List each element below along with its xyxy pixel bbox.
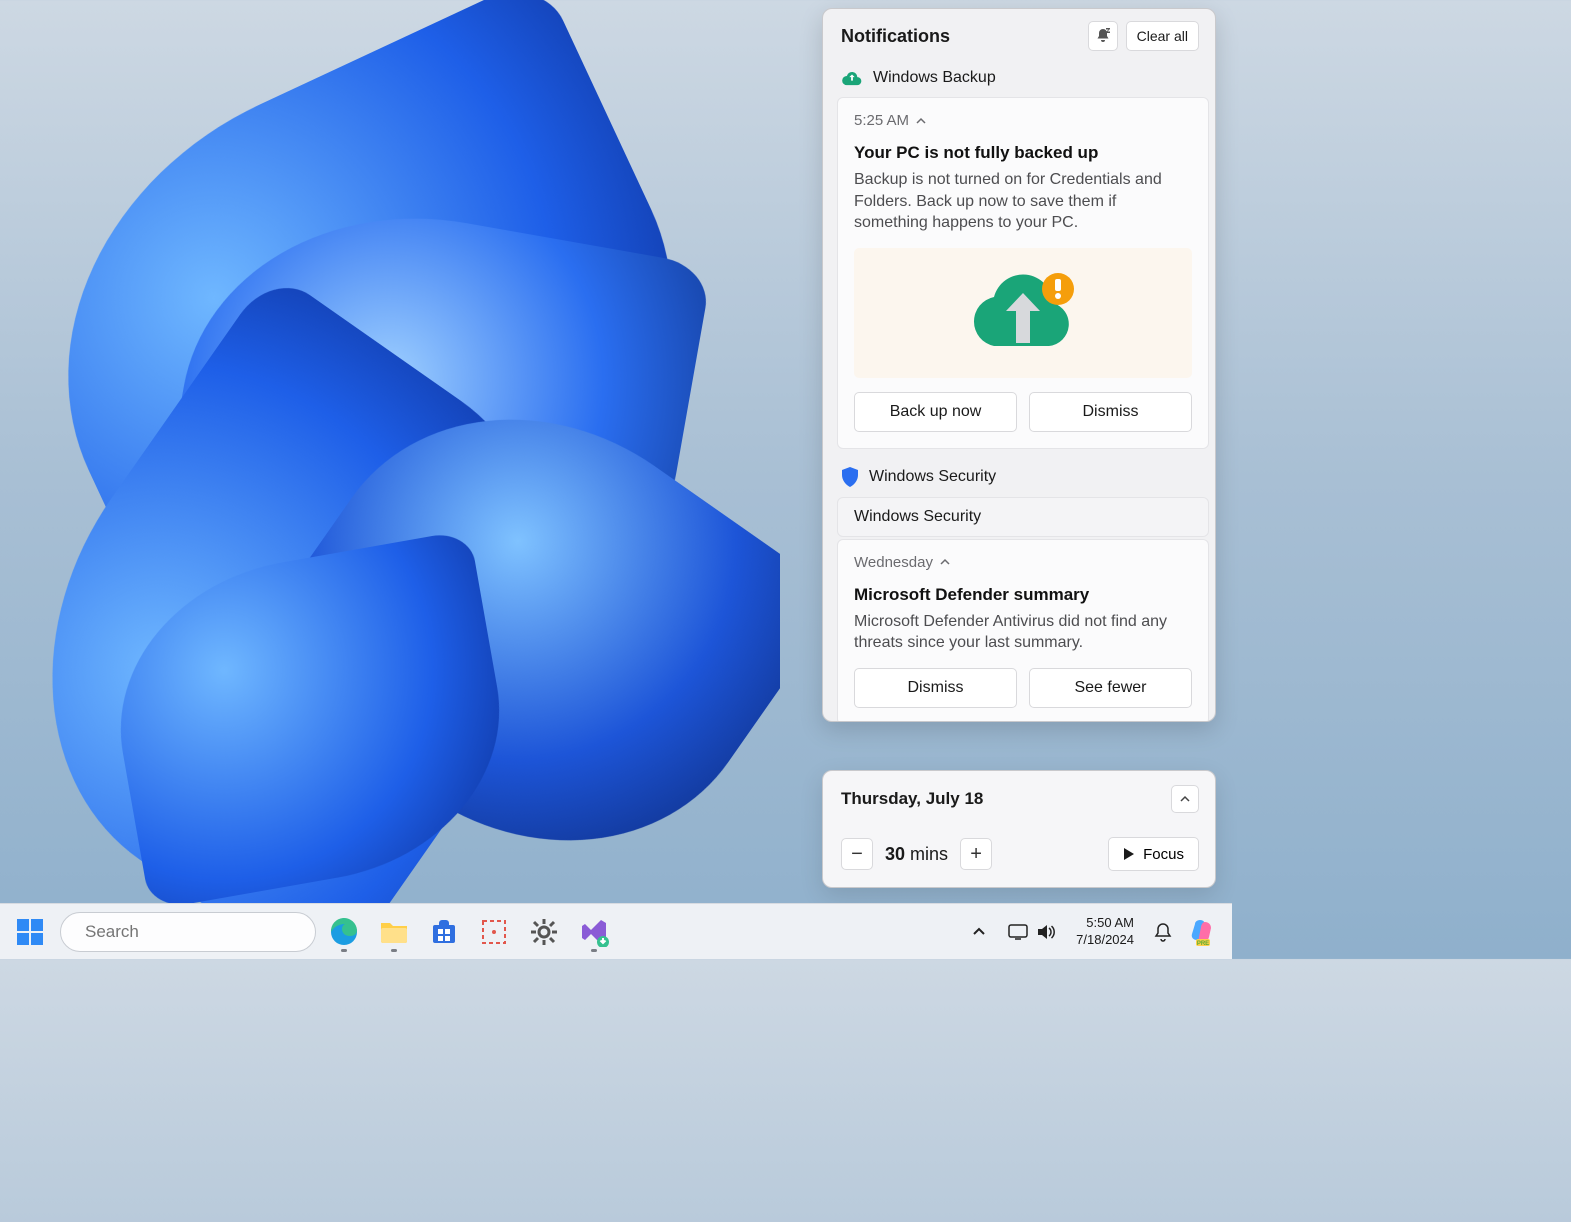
- edge-icon: [329, 917, 359, 947]
- folder-icon: [379, 919, 409, 945]
- start-button[interactable]: [6, 910, 54, 954]
- notification-title: Your PC is not fully backed up: [854, 143, 1192, 163]
- clock-date: 7/18/2024: [1076, 932, 1134, 948]
- taskbar-app-snipping-tool[interactable]: [472, 910, 516, 954]
- notification-app-name: Windows Backup: [873, 69, 996, 87]
- taskbar-search[interactable]: [60, 912, 316, 952]
- calendar-date[interactable]: Thursday, July 18: [841, 789, 1171, 809]
- notification-timestamp: 5:25 AM: [854, 112, 909, 129]
- shield-icon: [841, 467, 859, 487]
- svg-text:PRE: PRE: [1197, 941, 1209, 946]
- taskbar-clock[interactable]: 5:50 AM 7/18/2024: [1070, 915, 1140, 948]
- network-icon: [1008, 923, 1028, 941]
- notification-hero-image: [854, 248, 1192, 378]
- taskbar-app-microsoft-store[interactable]: [422, 910, 466, 954]
- taskbar-app-edge[interactable]: [322, 910, 366, 954]
- windows-logo-icon: [15, 917, 45, 947]
- search-input[interactable]: [85, 922, 306, 942]
- increase-duration-button[interactable]: +: [960, 838, 992, 870]
- decrease-duration-button[interactable]: −: [841, 838, 873, 870]
- desktop-wallpaper: [0, 0, 780, 903]
- notification-title: Microsoft Defender summary: [854, 585, 1192, 605]
- notifications-list[interactable]: Windows Backup 5:25 AM Your PC is not fu…: [823, 61, 1215, 721]
- dismiss-button[interactable]: Dismiss: [1029, 392, 1192, 432]
- play-icon: [1123, 847, 1135, 861]
- visual-studio-icon: [579, 917, 609, 947]
- notification-group-header[interactable]: Windows Backup: [837, 61, 1209, 97]
- taskbar: 5:50 AM 7/18/2024 PRE: [0, 903, 1232, 959]
- see-fewer-button[interactable]: See fewer: [1029, 668, 1192, 708]
- do-not-disturb-button[interactable]: [1088, 21, 1118, 51]
- notification-subheader[interactable]: Windows Security: [837, 497, 1209, 537]
- snip-icon: [480, 918, 508, 946]
- focus-duration: 30 mins: [885, 844, 948, 865]
- notification-group-header[interactable]: Windows Security: [837, 459, 1209, 497]
- calendar-focus-pane: Thursday, July 18 − 30 mins + Focus: [822, 770, 1216, 888]
- focus-button[interactable]: Focus: [1108, 837, 1199, 871]
- volume-icon: [1036, 923, 1056, 941]
- copilot-button[interactable]: PRE: [1186, 915, 1220, 949]
- tray-overflow-button[interactable]: [964, 910, 994, 954]
- system-tray[interactable]: [1000, 910, 1064, 954]
- backup-now-button[interactable]: Back up now: [854, 392, 1017, 432]
- notification-body: Backup is not turned on for Credentials …: [854, 169, 1192, 234]
- store-icon: [430, 918, 458, 946]
- notification-timestamp: Wednesday: [854, 554, 933, 571]
- notification-card[interactable]: 5:25 AM Your PC is not fully backed up B…: [837, 97, 1209, 449]
- bell-sleep-icon: [1095, 28, 1111, 44]
- taskbar-app-visual-studio[interactable]: [572, 910, 616, 954]
- cloud-upload-alert-icon: [958, 263, 1088, 363]
- chevron-up-icon: [915, 115, 927, 127]
- notifications-button[interactable]: [1146, 910, 1180, 954]
- copilot-icon: PRE: [1189, 918, 1217, 946]
- chevron-up-icon: [939, 556, 951, 568]
- notifications-title: Notifications: [841, 26, 1088, 47]
- dismiss-button[interactable]: Dismiss: [854, 668, 1017, 708]
- notification-center: Notifications Clear all Windows Backup 5…: [822, 8, 1216, 722]
- cloud-backup-icon: [841, 70, 863, 86]
- gear-icon: [529, 917, 559, 947]
- taskbar-app-settings[interactable]: [522, 910, 566, 954]
- collapse-button[interactable]: [1171, 785, 1199, 813]
- bell-icon: [1154, 922, 1172, 942]
- notification-app-name: Windows Security: [869, 468, 996, 486]
- chevron-up-icon: [972, 925, 986, 939]
- chevron-up-icon: [1179, 793, 1191, 805]
- taskbar-app-file-explorer[interactable]: [372, 910, 416, 954]
- clock-time: 5:50 AM: [1076, 915, 1134, 931]
- notification-body: Microsoft Defender Antivirus did not fin…: [854, 611, 1192, 654]
- clear-all-button[interactable]: Clear all: [1126, 21, 1199, 51]
- notification-card[interactable]: Wednesday Microsoft Defender summary Mic…: [837, 539, 1209, 721]
